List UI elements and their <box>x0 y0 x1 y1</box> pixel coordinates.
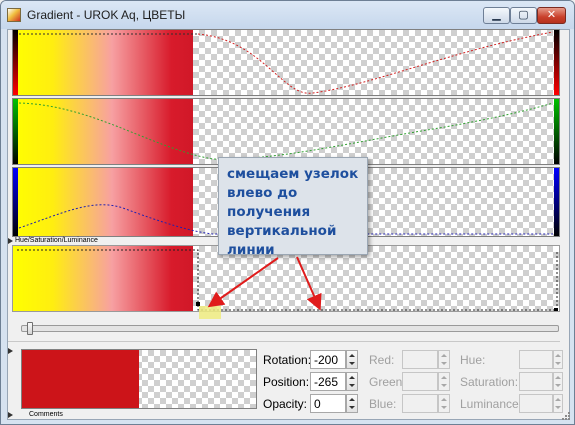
spin-down-icon[interactable] <box>555 406 561 409</box>
blue-label: Blue: <box>369 397 397 411</box>
spin-down-icon[interactable] <box>349 384 355 387</box>
opacity-input[interactable]: 0 <box>310 394 346 413</box>
spin-up-icon[interactable] <box>555 376 561 379</box>
spin-up-icon[interactable] <box>349 354 355 357</box>
arrow-to-node <box>207 257 279 308</box>
hue-spinner[interactable] <box>553 350 563 369</box>
position-input[interactable]: -265 <box>310 372 346 391</box>
saturation-label: Saturation: <box>460 375 519 389</box>
spin-down-icon[interactable] <box>555 384 561 387</box>
green-spinner[interactable] <box>438 372 450 391</box>
luminance-input[interactable] <box>519 394 553 413</box>
spin-up-icon[interactable] <box>441 354 447 357</box>
comments-section-label[interactable]: Comments <box>29 411 63 418</box>
position-slider-track[interactable] <box>21 325 559 332</box>
hue-label: Hue: <box>460 353 486 367</box>
rotation-input[interactable]: -200 <box>310 350 346 369</box>
position-spinner[interactable] <box>346 372 358 391</box>
red-input[interactable] <box>402 350 438 369</box>
spin-down-icon[interactable] <box>349 362 355 365</box>
spin-down-icon[interactable] <box>441 406 447 409</box>
spin-down-icon[interactable] <box>555 362 561 365</box>
red-spinner[interactable] <box>438 350 450 369</box>
saturation-spinner[interactable] <box>553 372 563 391</box>
preview-color-swatch <box>22 350 139 408</box>
spin-up-icon[interactable] <box>555 398 561 401</box>
position-slider-thumb[interactable] <box>27 322 33 335</box>
spin-down-icon[interactable] <box>441 384 447 387</box>
green-label: Green: <box>369 375 406 389</box>
spin-up-icon[interactable] <box>441 398 447 401</box>
rotation-label: Rotation: <box>263 353 312 367</box>
resize-grip-icon[interactable] <box>561 411 571 421</box>
divider <box>8 341 560 342</box>
saturation-input[interactable] <box>519 372 553 391</box>
gradient-editor-window: Gradient - UROK Aq, ЦВЕТЫ ▁ ▢ ✕ Hue/Satu… <box>0 0 575 425</box>
rotation-spinner[interactable] <box>346 350 358 369</box>
spin-down-icon[interactable] <box>441 362 447 365</box>
spin-down-icon[interactable] <box>349 406 355 409</box>
arrow-to-line <box>296 256 322 311</box>
spin-up-icon[interactable] <box>349 376 355 379</box>
red-label: Red: <box>369 353 395 367</box>
luminance-label: Luminance: <box>460 397 523 411</box>
opacity-label: Opacity: <box>263 397 308 411</box>
hue-input[interactable] <box>519 350 553 369</box>
spin-up-icon[interactable] <box>555 354 561 357</box>
expand-comments-grip-icon[interactable] <box>8 412 13 418</box>
opacity-spinner[interactable] <box>346 394 358 413</box>
blue-spinner[interactable] <box>438 394 450 413</box>
blue-input[interactable] <box>402 394 438 413</box>
spin-up-icon[interactable] <box>441 376 447 379</box>
position-label: Position: <box>263 375 310 389</box>
color-preview <box>21 349 257 409</box>
spin-up-icon[interactable] <box>349 398 355 401</box>
green-input[interactable] <box>402 372 438 391</box>
collapse-grip-icon[interactable] <box>8 348 13 354</box>
